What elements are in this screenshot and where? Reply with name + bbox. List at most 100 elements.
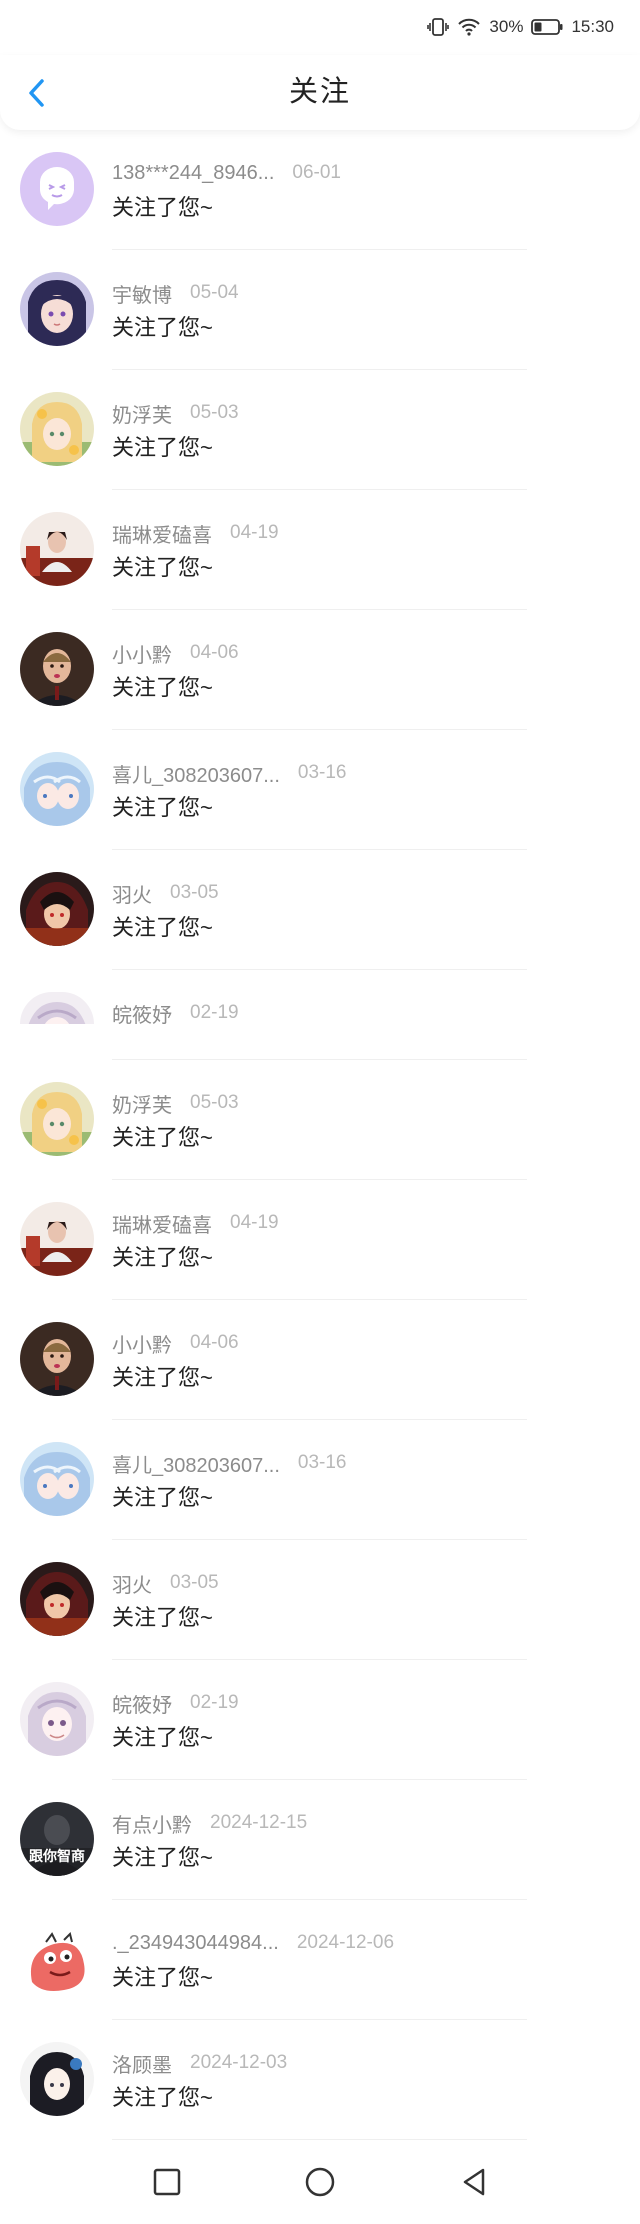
avatar[interactable] <box>20 2042 94 2116</box>
notification-header: 皖筱妤 02-19 <box>112 1689 239 1718</box>
notification-item[interactable]: 跟你智商 有点小黔 2024-12-15 关注了您~ <box>0 1780 640 1900</box>
notification-date: 05-03 <box>190 402 239 423</box>
user-name[interactable]: 羽火 <box>112 1569 152 1598</box>
notification-item[interactable]: 瑞琳爱磕喜 04-19 关注了您~ <box>0 490 640 610</box>
notification-date: 04-06 <box>190 642 239 663</box>
page-title: 关注 <box>288 76 351 108</box>
avatar[interactable] <box>20 992 94 1024</box>
notification-header: 瑞琳爱磕喜 04-19 <box>112 519 279 548</box>
avatar[interactable] <box>20 1082 94 1156</box>
vibrate-icon <box>427 17 450 37</box>
notification-item[interactable]: 喜儿_308203607... 03-16 关注了您~ <box>0 1420 640 1540</box>
notification-header: 奶浮芙 05-03 <box>112 1089 239 1118</box>
notification-item[interactable]: 皖筱妤 02-19 <box>0 970 640 1060</box>
notification-message: 关注了您~ <box>112 1125 213 1150</box>
notification-message: 关注了您~ <box>112 1485 213 1510</box>
notification-item[interactable]: 羽火 03-05 关注了您~ <box>0 1540 640 1660</box>
avatar[interactable] <box>20 1922 94 1996</box>
notification-header: 小小黔 04-06 <box>112 639 239 668</box>
notification-item[interactable]: 洛顾墨 2024-12-03 关注了您~ <box>0 2020 640 2140</box>
user-name[interactable]: 瑞琳爱磕喜 <box>112 519 212 548</box>
notification-item[interactable]: 皖筱妤 02-19 关注了您~ <box>0 1660 640 1780</box>
user-name[interactable]: 奶浮芙 <box>112 1089 172 1118</box>
notification-date: 05-03 <box>190 1092 239 1113</box>
notification-date: 04-19 <box>230 522 279 543</box>
user-name[interactable]: 小小黔 <box>112 639 172 668</box>
status-time: 15:30 <box>571 17 614 36</box>
notification-date: 2024-12-15 <box>210 1812 308 1833</box>
user-name[interactable]: 宇敏博 <box>112 279 172 308</box>
home-icon <box>305 2167 335 2197</box>
notification-item[interactable]: ._234943044984... 2024-12-06 关注了您~ <box>0 1900 640 2020</box>
status-bar: 30% 15:30 <box>0 0 640 55</box>
wifi-icon <box>457 17 481 37</box>
user-name[interactable]: 皖筱妤 <box>112 999 172 1028</box>
back-nav-button[interactable] <box>452 2160 496 2204</box>
user-name[interactable]: ._234943044984... <box>112 1932 279 1955</box>
avatar[interactable] <box>20 1322 94 1396</box>
notification-header: 喜儿_308203607... 03-16 <box>112 1449 347 1478</box>
notification-item[interactable]: 138***244_8946... 06-01 关注了您~ <box>0 130 640 250</box>
battery-icon <box>531 18 563 36</box>
notification-message: 关注了您~ <box>112 675 213 700</box>
notification-date: 02-19 <box>190 1002 239 1023</box>
notification-header: 有点小黔 2024-12-15 <box>112 1809 308 1838</box>
notification-date: 2024-12-06 <box>296 1932 395 1953</box>
user-name[interactable]: 皖筱妤 <box>112 1689 172 1718</box>
notification-message: 关注了您~ <box>112 915 213 940</box>
notification-date: 2024-12-03 <box>190 2052 288 2073</box>
notification-header: 宇敏博 05-04 <box>112 279 239 308</box>
home-button[interactable] <box>298 2160 342 2204</box>
notification-header: 羽火 03-05 <box>112 879 219 908</box>
battery-percent: 30% <box>489 17 524 36</box>
notification-item[interactable]: 小小黔 04-06 关注了您~ <box>0 1300 640 1420</box>
user-name[interactable]: 奶浮芙 <box>112 399 172 428</box>
user-name[interactable]: 洛顾墨 <box>112 2049 172 2078</box>
user-name[interactable]: 羽火 <box>112 879 152 908</box>
notification-header: 洛顾墨 2024-12-03 <box>112 2049 288 2078</box>
notification-date: 03-05 <box>170 882 219 903</box>
notification-item[interactable]: 奶浮芙 05-03 关注了您~ <box>0 370 640 490</box>
notification-item[interactable]: 瑞琳爱磕喜 04-19 关注了您~ <box>0 1180 640 1300</box>
avatar[interactable] <box>20 1202 94 1276</box>
notification-message: 关注了您~ <box>112 195 213 220</box>
notification-item[interactable]: 喜儿_308203607... 03-16 关注了您~ <box>0 730 640 850</box>
user-name[interactable]: 小小黔 <box>112 1329 172 1358</box>
avatar-caption: 跟你智商 <box>29 1848 85 1864</box>
notification-header: ._234943044984... 2024-12-06 <box>112 1930 394 1956</box>
user-name[interactable]: 有点小黔 <box>112 1809 192 1838</box>
avatar[interactable] <box>20 752 94 826</box>
avatar[interactable] <box>20 1442 94 1516</box>
avatar[interactable] <box>20 1682 94 1756</box>
notification-header: 瑞琳爱磕喜 04-19 <box>112 1209 279 1238</box>
user-name[interactable]: 138***244_8946... <box>112 162 274 185</box>
notification-header: 138***244_8946... 06-01 <box>112 160 341 186</box>
back-triangle-icon <box>463 2168 485 2196</box>
avatar[interactable] <box>20 1562 94 1636</box>
avatar[interactable] <box>20 272 94 346</box>
avatar[interactable] <box>20 392 94 466</box>
notification-date: 05-04 <box>190 282 239 303</box>
system-nav-bar <box>0 2140 640 2224</box>
avatar[interactable] <box>20 872 94 946</box>
notification-item[interactable]: 小小黔 04-06 关注了您~ <box>0 610 640 730</box>
avatar[interactable] <box>20 152 94 226</box>
user-name[interactable]: 喜儿_308203607... <box>112 1449 280 1478</box>
notification-item[interactable]: 宇敏博 05-04 关注了您~ <box>0 250 640 370</box>
notification-header: 奶浮芙 05-03 <box>112 399 239 428</box>
notification-item[interactable]: 羽火 03-05 关注了您~ <box>0 850 640 970</box>
notification-header: 喜儿_308203607... 03-16 <box>112 759 347 788</box>
recent-apps-button[interactable] <box>145 2160 189 2204</box>
notification-message: 关注了您~ <box>112 555 213 580</box>
notification-item[interactable]: 奶浮芙 05-03 关注了您~ <box>0 1060 640 1180</box>
recent-apps-icon <box>153 2168 181 2196</box>
user-name[interactable]: 喜儿_308203607... <box>112 759 280 788</box>
notification-header: 皖筱妤 02-19 <box>112 999 239 1028</box>
avatar[interactable] <box>20 512 94 586</box>
notification-date: 03-05 <box>170 1572 219 1593</box>
user-name[interactable]: 瑞琳爱磕喜 <box>112 1209 212 1238</box>
notification-date: 03-16 <box>297 762 347 783</box>
avatar[interactable] <box>20 632 94 706</box>
avatar[interactable]: 跟你智商 <box>20 1802 94 1876</box>
notification-message: 关注了您~ <box>112 1605 213 1630</box>
